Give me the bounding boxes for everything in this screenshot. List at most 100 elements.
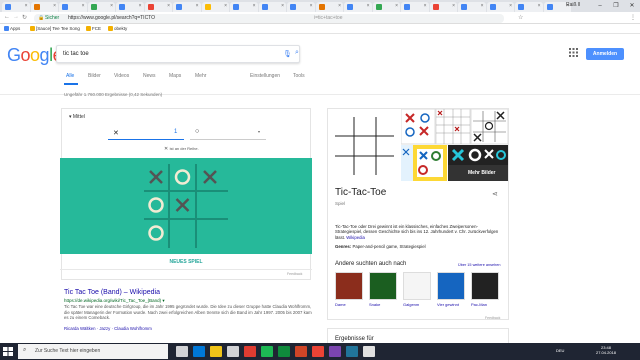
tab-maps[interactable]: Maps xyxy=(169,73,181,79)
tab-close-icon[interactable]: × xyxy=(139,3,142,9)
tab-close-icon[interactable]: × xyxy=(167,3,170,9)
tab-mehr[interactable]: Mehr xyxy=(195,73,206,79)
search-input[interactable]: tic tac toe xyxy=(63,51,89,57)
also-searched-label[interactable]: Snake xyxy=(369,302,380,307)
tab-videos[interactable]: Videos xyxy=(114,73,129,79)
taskbar-app-icon[interactable] xyxy=(210,346,222,357)
board-cell-empty[interactable] xyxy=(199,194,221,216)
taskbar-app-icon[interactable] xyxy=(261,346,273,357)
taskbar-app-icon[interactable] xyxy=(312,346,324,357)
also-searched-label[interactable]: Dame xyxy=(335,302,346,307)
browser-tab[interactable]: × xyxy=(344,2,372,12)
minimize-button[interactable]: – xyxy=(592,0,608,12)
tab-close-icon[interactable]: × xyxy=(452,3,455,9)
browser-tab[interactable]: × xyxy=(401,2,429,12)
browser-tab[interactable]: × xyxy=(201,2,229,12)
bookmark-apps[interactable]: Apps xyxy=(4,26,20,32)
tab-close-icon[interactable]: × xyxy=(196,3,199,9)
also-searched-thumbnail[interactable] xyxy=(369,272,397,300)
browser-tab[interactable]: × xyxy=(30,2,58,12)
sign-in-button[interactable]: Anmelden xyxy=(586,48,624,60)
result-title-link[interactable]: Tic Tac Toe (Band) – Wikipedia xyxy=(64,289,160,296)
bookmark-item[interactable]: [Sauce] Tee Tee Song xyxy=(30,26,80,32)
taskbar-app-icon[interactable] xyxy=(278,346,290,357)
also-searched-thumbnail[interactable] xyxy=(471,272,499,300)
browser-tab[interactable]: × xyxy=(315,2,343,12)
tab-close-icon[interactable]: × xyxy=(253,3,256,9)
browser-tab[interactable]: × xyxy=(173,2,201,12)
bookmark-item[interactable]: obekty xyxy=(108,26,127,32)
tab-close-icon[interactable]: × xyxy=(338,3,341,9)
tray-language[interactable]: DEU xyxy=(556,348,564,353)
browser-tab[interactable]: × xyxy=(2,2,30,12)
player-o-field[interactable]: ○ ▾ xyxy=(190,128,266,140)
apps-grid-icon[interactable] xyxy=(569,48,578,57)
taskbar-app-icon[interactable] xyxy=(227,346,239,357)
tab-close-icon[interactable]: × xyxy=(395,3,398,9)
tab-close-icon[interactable]: × xyxy=(281,3,284,9)
browser-tab[interactable]: × xyxy=(486,2,514,12)
tab-close-icon[interactable]: × xyxy=(538,3,541,9)
tab-alle[interactable]: Alle xyxy=(66,73,74,79)
also-searched-label[interactable]: Galgenm xyxy=(403,302,419,307)
board-cell-empty[interactable] xyxy=(172,222,194,244)
browser-tab[interactable]: × xyxy=(87,2,115,12)
feedback-link[interactable]: Feedback xyxy=(287,272,302,276)
taskbar-search-input[interactable]: ⌕ Zur Suche Text hier eingeben xyxy=(18,344,168,359)
tab-close-icon[interactable]: × xyxy=(110,3,113,9)
wikipedia-link[interactable]: Wikipedia xyxy=(346,235,365,240)
difficulty-dropdown[interactable]: ▾ Mittel xyxy=(69,114,85,120)
forward-icon[interactable]: → xyxy=(13,14,19,20)
star-icon[interactable]: ☆ xyxy=(518,14,523,21)
reload-icon[interactable]: ↻ xyxy=(22,14,27,21)
also-searched-thumbnail[interactable] xyxy=(403,272,431,300)
tab-close-icon[interactable]: × xyxy=(53,3,56,9)
browser-tab[interactable]: × xyxy=(287,2,315,12)
more-images-link[interactable]: Mehr Bilder xyxy=(468,170,496,176)
browser-tab[interactable]: × xyxy=(429,2,457,12)
also-searched-more-link[interactable]: Über 15 weitere ansehen xyxy=(458,263,500,267)
tab-tools[interactable]: Tools xyxy=(293,73,305,79)
taskbar-app-icon[interactable] xyxy=(176,346,188,357)
also-searched-label[interactable]: Vier gewinnt xyxy=(437,302,459,307)
player-x-field[interactable]: ✕ 1 xyxy=(108,128,184,140)
result-sitelinks[interactable]: Ricarda Wältken · Jazzy · Claudia Wohlfr… xyxy=(64,326,152,331)
taskbar-app-icon[interactable] xyxy=(193,346,205,357)
tab-einstellungen[interactable]: Einstellungen xyxy=(250,73,280,79)
also-searched-thumbnail[interactable] xyxy=(335,272,363,300)
address-bar[interactable]: 🔒 Sicher https://www.google.pl/search?q=… xyxy=(34,14,504,23)
tab-close-icon[interactable]: × xyxy=(509,3,512,9)
tab-close-icon[interactable]: × xyxy=(481,3,484,9)
tictactoe-grid-image[interactable] xyxy=(328,109,401,181)
share-icon[interactable]: ⋖ xyxy=(492,190,498,198)
browser-tab[interactable]: × xyxy=(116,2,144,12)
tab-close-icon[interactable]: × xyxy=(310,3,313,9)
taskbar-clock[interactable]: 23:48 27.04.2018 xyxy=(596,345,616,355)
browser-tab[interactable]: × xyxy=(458,2,486,12)
browser-user-label[interactable]: Raiß ll xyxy=(566,2,580,8)
browser-tab[interactable]: × xyxy=(515,2,543,12)
tab-news[interactable]: News xyxy=(143,73,156,79)
close-window-button[interactable]: ✕ xyxy=(624,0,640,12)
tab-close-icon[interactable]: × xyxy=(367,3,370,9)
browser-tab[interactable]: × xyxy=(144,2,172,12)
tab-close-icon[interactable]: × xyxy=(224,3,227,9)
browser-tab[interactable]: × xyxy=(59,2,87,12)
browser-tab[interactable]: × xyxy=(258,2,286,12)
tab-close-icon[interactable]: × xyxy=(25,3,28,9)
windows-start-icon[interactable] xyxy=(2,346,14,357)
google-logo[interactable]: Google xyxy=(7,45,63,66)
taskbar-app-icon[interactable] xyxy=(363,346,375,357)
feedback-link[interactable]: Feedback xyxy=(485,316,500,320)
taskbar-app-icon[interactable] xyxy=(244,346,256,357)
browser-tab[interactable]: × xyxy=(372,2,400,12)
also-searched-label[interactable]: Pac-Man xyxy=(471,302,487,307)
browser-tab[interactable]: × xyxy=(230,2,258,12)
tab-bilder[interactable]: Bilder xyxy=(88,73,101,79)
board-cell-empty[interactable] xyxy=(199,222,221,244)
microphone-icon[interactable]: 🎙 xyxy=(283,50,292,58)
tab-close-icon[interactable]: × xyxy=(424,3,427,9)
maximize-button[interactable]: ❐ xyxy=(608,0,624,12)
new-game-button[interactable]: NEUES SPIEL xyxy=(60,254,312,270)
search-icon[interactable]: ⌕ xyxy=(295,49,299,57)
